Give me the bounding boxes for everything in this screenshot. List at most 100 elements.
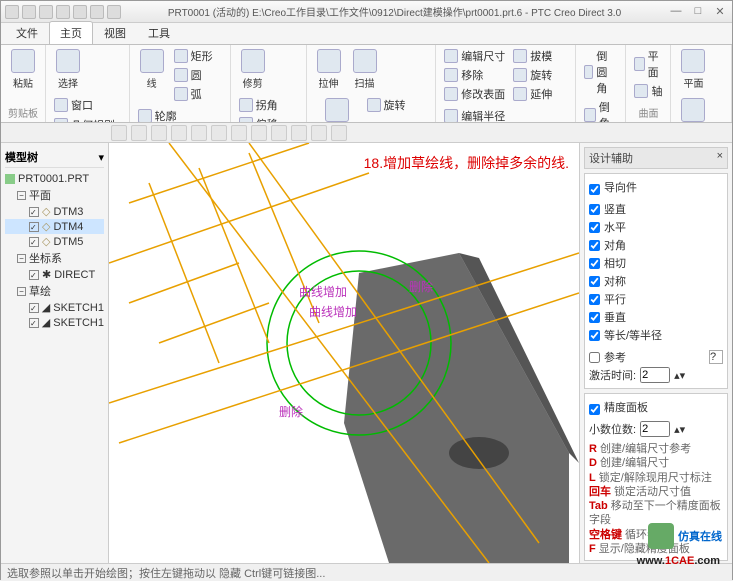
tree-dtm4[interactable]: ◇DTM4 [5,219,104,234]
circle-button[interactable]: 圆 [172,66,215,84]
offset-button[interactable]: 偏移 [237,115,291,123]
dplane-button[interactable]: 平面 [677,47,709,92]
precision-toggle[interactable] [589,404,600,415]
title-bar: PRT0001 (活动的) E:\Creo工作目录\工作文件\0912\Dire… [1,1,732,23]
paste-button[interactable]: 粘贴 [7,47,39,92]
view-saved-icon[interactable] [191,125,207,141]
remove-button[interactable]: 移除 [442,66,507,84]
tree-settings-icon[interactable]: ▾ [98,151,104,164]
watermark-url: www.1CAE.com [637,551,720,567]
guide-check[interactable] [589,258,600,269]
window-icon [54,98,68,112]
tree-dtm5[interactable]: ◇DTM5 [5,234,104,249]
tab-view[interactable]: 视图 [93,21,137,44]
guide-check[interactable] [589,312,600,323]
edit-rad-button[interactable]: 编辑半径 [442,107,507,123]
ribbon-tabs: 文件 主页 视图 工具 [1,23,732,45]
qat-save-icon[interactable] [39,5,53,19]
decimals-input[interactable] [640,421,670,437]
qat-undo-icon[interactable] [56,5,70,19]
view-axis-icon[interactable] [271,125,287,141]
select-button[interactable]: 选择 [52,47,84,92]
extend-button[interactable]: 延伸 [511,85,554,103]
guide-check[interactable] [589,276,600,287]
sweep-button[interactable]: 扫描 [349,47,381,92]
trim-button[interactable]: 修剪 [237,47,269,92]
panel-close-icon[interactable]: × [717,150,723,166]
axis-button[interactable]: 轴 [632,82,664,100]
spinner-icon-2[interactable]: ▴▾ [674,423,685,436]
qat-close-icon[interactable] [107,5,121,19]
move-icon [325,98,349,122]
guide-check[interactable] [589,240,600,251]
view-style-icon[interactable] [211,125,227,141]
guide-check[interactable] [589,294,600,305]
view-point-icon[interactable] [291,125,307,141]
edit-dim-button[interactable]: 编辑尺寸 [442,47,507,65]
tab-file[interactable]: 文件 [5,21,49,44]
rotate-button[interactable]: 旋转 [511,66,554,84]
rect-button[interactable]: 矩形 [172,47,215,65]
sweep-icon [353,49,377,73]
tree-dtm3[interactable]: ◇DTM3 [5,204,104,219]
rgroup-select: 选择 窗口 几何规则 选择 [46,45,130,122]
tab-tools[interactable]: 工具 [137,21,181,44]
view-csys-icon[interactable] [311,125,327,141]
close-icon[interactable]: ✕ [712,5,728,18]
spinner-icon[interactable]: ▴▾ [674,369,685,382]
qat-new-icon[interactable] [5,5,19,19]
tree-sketch1a[interactable]: ◢SKETCH1 [5,300,104,315]
rgroup-sketch: 线 矩形 圆 弧 轮廓 样条 椭圆 草绘 [130,45,231,122]
guides-toggle[interactable] [589,184,600,195]
tree-csys[interactable]: −坐标系 [5,249,104,267]
minimize-icon[interactable]: — [668,5,684,18]
rgroup-edit-sketch: 修剪 拐角 偏移 删除段 编辑草绘 [231,45,307,122]
round-button[interactable]: 倒圆角 [582,47,620,97]
mod-surf-button[interactable]: 修改表面 [442,85,507,103]
model-tree: 模型树 ▾ PRT0001.PRT −平面 ◇DTM3 ◇DTM4 ◇DTM5 … [1,143,109,563]
view-zoom-icon[interactable] [131,125,147,141]
tree-direct[interactable]: ✱DIRECT [5,267,104,282]
view-rotate-icon[interactable] [171,125,187,141]
chamfer-button[interactable]: 倒角 [582,98,620,123]
ref-help-icon[interactable]: ? [709,350,723,364]
qat-redo-icon[interactable] [73,5,87,19]
view-persp-icon[interactable] [231,125,247,141]
tree-root[interactable]: PRT0001.PRT [5,172,104,186]
extrude-button[interactable]: 拉伸 [313,47,345,92]
geom-rule-button[interactable]: 几何规则 [52,116,117,123]
guide-check[interactable] [589,204,600,215]
tree-planes[interactable]: −平面 [5,186,104,204]
view-pan-icon[interactable] [151,125,167,141]
qat-regen-icon[interactable] [90,5,104,19]
rgroup-shape: 拉伸 扫描 移动延伸 旋转 形状 [307,45,437,122]
guide-check[interactable] [589,222,600,233]
window-select-button[interactable]: 窗口 [52,96,117,114]
tree-sketch[interactable]: −草绘 [5,282,104,300]
revolve-button[interactable]: 旋转 [365,96,408,114]
corner-button[interactable]: 拐角 [237,96,291,114]
measure-button[interactable]: 测量 [677,96,709,123]
arc-icon [174,87,188,101]
tab-home[interactable]: 主页 [49,21,93,44]
graphics-canvas[interactable]: 18.增加草绘线，删除掉多余的线. 曲线增加 曲线增加 删除 删除 [109,143,579,563]
ref-toggle[interactable] [589,352,600,363]
guides-section: 导向件 竖直水平对角相切对称平行垂直等长/等半径 参考? 激活时间:▴▾ [584,173,728,389]
view-fit-icon[interactable] [111,125,127,141]
arc-button[interactable]: 弧 [172,85,215,103]
profile-button[interactable]: 轮廓 [136,107,179,123]
line-button[interactable]: 线 [136,47,168,103]
move-ext-button[interactable]: 移动延伸 [313,96,361,123]
paste-icon [11,49,35,73]
view-datum-icon[interactable] [251,125,267,141]
plane-button[interactable]: 平面 [632,47,664,81]
draft-button[interactable]: 拔模 [511,47,554,65]
guide-check[interactable] [589,330,600,341]
view-annot-icon[interactable] [331,125,347,141]
qat-open-icon[interactable] [22,5,36,19]
activate-input[interactable] [640,367,670,383]
rgroup-clipboard: 粘贴 剪贴板 [1,45,46,122]
tree-sketch1b[interactable]: ◢SKETCH1 [5,315,104,330]
maximize-icon[interactable]: □ [690,5,706,18]
status-bar: 选取参照以单击开始绘图；按住左键拖动以 隐藏 Ctrl键可链接图... [1,563,732,581]
